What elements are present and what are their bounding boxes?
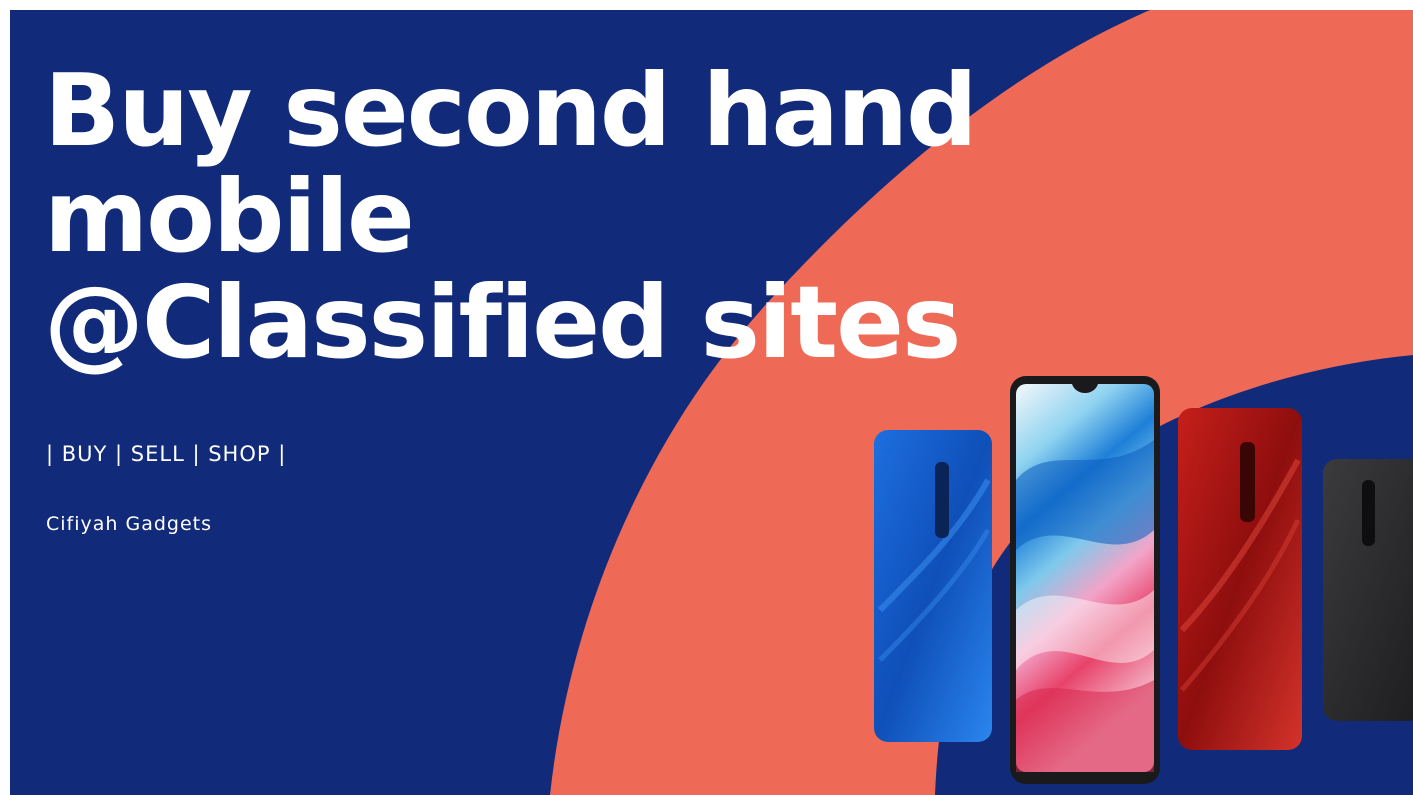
phone-front-screen [1010,376,1160,784]
hero-banner: Buy second hand mobile @Classified sites… [10,10,1413,795]
phone-red-back [1178,408,1302,750]
camera-module-icon [1362,480,1375,546]
camera-module-icon [1240,442,1255,522]
camera-module-icon [935,462,949,538]
phone-black-back [1323,459,1413,721]
phones-illustration [874,376,1413,784]
phone-blue-back [874,430,992,742]
